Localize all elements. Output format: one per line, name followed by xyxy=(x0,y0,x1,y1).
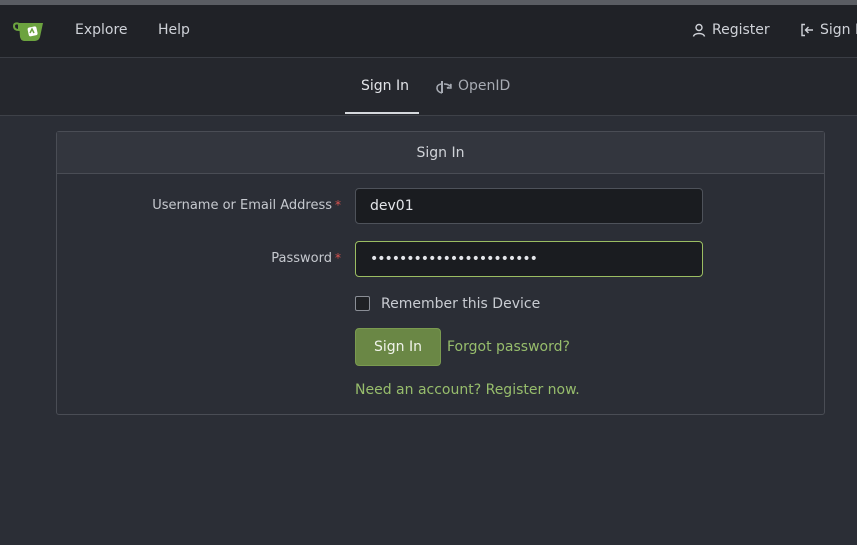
tab-openid[interactable]: OpenID xyxy=(435,78,510,94)
nav-register[interactable]: Register xyxy=(692,22,770,38)
nav-signin-label: Sign In xyxy=(820,22,857,38)
signin-button[interactable]: Sign In xyxy=(355,328,441,366)
required-marker: * xyxy=(335,251,341,265)
username-input[interactable] xyxy=(355,188,703,224)
gitea-teacup-icon[interactable] xyxy=(12,20,45,44)
openid-icon xyxy=(436,80,452,94)
password-label-text: Password xyxy=(271,251,332,266)
tab-openid-label: OpenID xyxy=(458,78,511,94)
tab-signin-label: Sign In xyxy=(361,78,409,94)
remember-checkbox[interactable] xyxy=(355,296,370,311)
auth-tabbar: Sign In OpenID xyxy=(0,58,857,116)
forgot-password-link[interactable]: Forgot password? xyxy=(447,339,570,355)
password-label: Password * xyxy=(271,251,341,266)
nav-help[interactable]: Help xyxy=(158,22,190,38)
nav-signin[interactable]: Sign In xyxy=(800,22,857,38)
nav-explore[interactable]: Explore xyxy=(75,22,128,38)
active-tab-indicator xyxy=(345,112,419,114)
username-label: Username or Email Address * xyxy=(152,198,341,213)
password-input[interactable]: ••••••••••••••••••••••• xyxy=(355,241,703,277)
register-now-link[interactable]: Need an account? Register now. xyxy=(355,382,580,398)
signin-panel: Sign In Username or Email Address* Passw… xyxy=(56,131,825,415)
tab-signin[interactable]: Sign In xyxy=(361,78,409,94)
required-marker: * xyxy=(335,198,341,212)
person-icon xyxy=(692,23,706,37)
panel-title: Sign In xyxy=(57,132,824,174)
remember-label[interactable]: Remember this Device xyxy=(381,296,540,312)
username-label-text: Username or Email Address xyxy=(152,198,332,213)
sign-in-icon xyxy=(801,23,813,37)
top-navbar: Explore Help Register Sign In xyxy=(0,5,857,58)
nav-register-label: Register xyxy=(712,22,770,38)
